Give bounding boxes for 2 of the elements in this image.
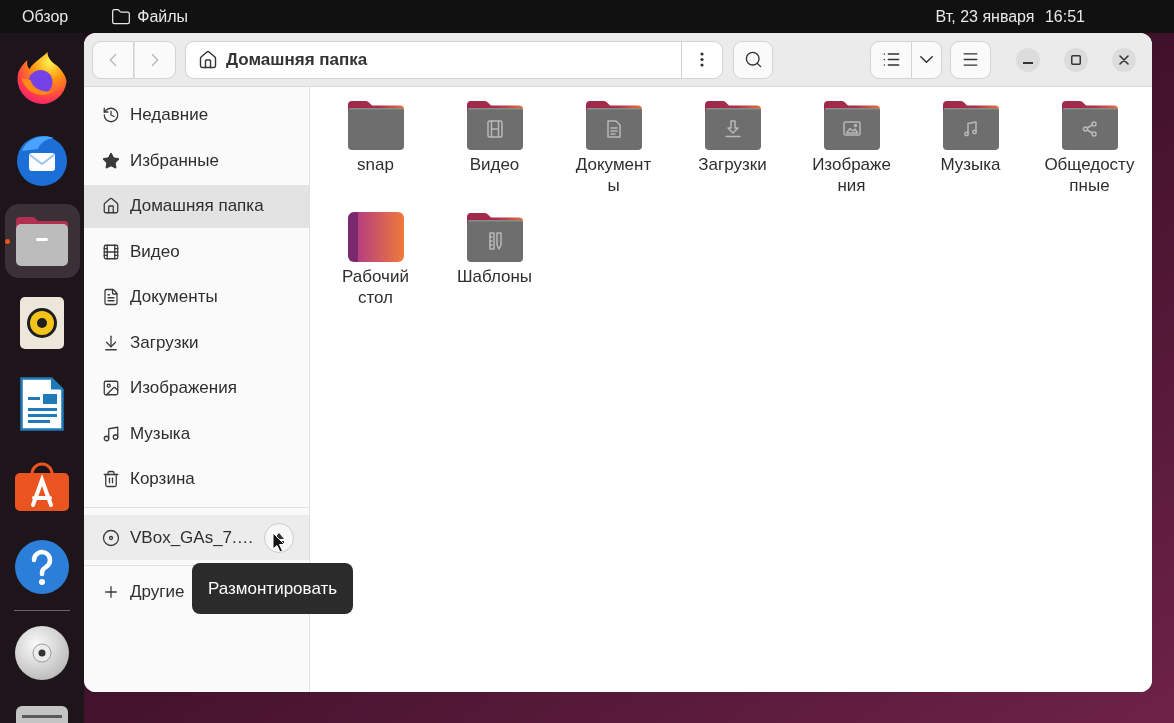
unmount-tooltip: Размонтировать <box>192 563 354 614</box>
path-label: Домашняя папка <box>226 48 368 71</box>
